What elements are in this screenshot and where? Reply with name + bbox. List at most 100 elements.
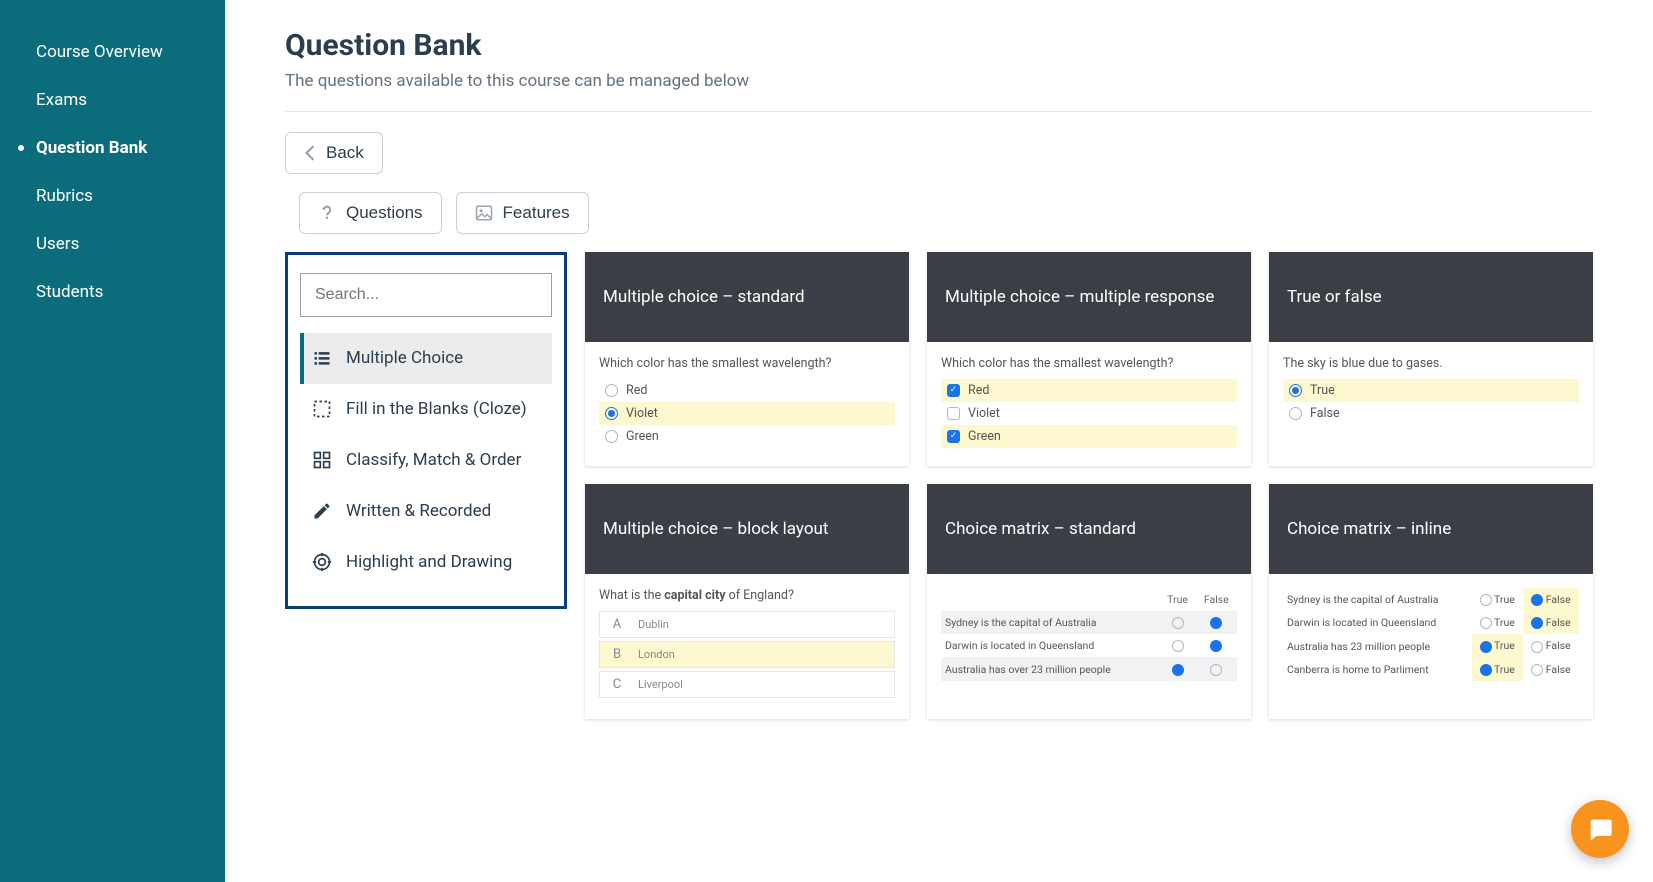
sidebar-item-students[interactable]: Students — [0, 268, 225, 316]
radio-icon — [1531, 641, 1543, 653]
option-label: Green — [626, 429, 659, 444]
card-mc-standard[interactable]: Multiple choice – standard Which color h… — [585, 252, 909, 466]
card-true-false[interactable]: True or false The sky is blue due to gas… — [1269, 252, 1593, 466]
divider — [285, 111, 1593, 112]
sidebar-item-label: Question Bank — [36, 138, 147, 158]
type-item-fill-blanks[interactable]: Fill in the Blanks (Cloze) — [300, 384, 552, 435]
question-text: Which color has the smallest wavelength? — [941, 356, 1237, 371]
option-label: Dublin — [638, 618, 669, 631]
col-header: False — [1196, 588, 1237, 611]
pencil-icon — [312, 501, 332, 521]
matrix-statement: Sydney is the capital of Australia — [1283, 588, 1472, 611]
matrix-statement: Sydney is the capital of Australia — [941, 611, 1159, 634]
card-body: TrueFalse Sydney is the capital of Austr… — [927, 574, 1251, 699]
option: Green — [599, 425, 895, 448]
checkbox-icon — [947, 407, 960, 420]
block-option: B London — [599, 641, 895, 668]
card-title: Choice matrix – inline — [1269, 484, 1593, 574]
option-label: Red — [968, 383, 989, 398]
option: True — [1283, 379, 1579, 402]
option-label: London — [638, 648, 675, 661]
card-body: Sydney is the capital of Australia True … — [1269, 574, 1593, 699]
radio-icon — [1531, 594, 1543, 606]
sidebar-item-users[interactable]: Users — [0, 220, 225, 268]
type-item-label: Fill in the Blanks (Cloze) — [346, 398, 540, 421]
card-title: Multiple choice – multiple response — [927, 252, 1251, 342]
list-icon — [312, 348, 332, 368]
option-letter: A — [608, 617, 626, 632]
radio-icon — [1480, 617, 1492, 629]
option-label: Red — [626, 383, 647, 398]
tab-questions[interactable]: Questions — [299, 192, 442, 234]
radio-icon — [1531, 664, 1543, 676]
card-choice-matrix-inline[interactable]: Choice matrix – inline Sydney is the cap… — [1269, 484, 1593, 719]
option-label: Green — [968, 429, 1001, 444]
sidebar-item-label: Exams — [36, 90, 87, 110]
tab-label: Questions — [346, 203, 423, 223]
page-title: Question Bank — [285, 28, 1593, 63]
matrix-statement: Canberra is home to Parliment — [1283, 658, 1472, 681]
matrix-statement: Darwin is located in Queensland — [1283, 611, 1472, 634]
block-option: CLiverpool — [599, 671, 895, 698]
sidebar-item-label: Students — [36, 282, 103, 302]
option: Red — [599, 379, 895, 402]
sidebar-item-label: Users — [36, 234, 79, 254]
radio-icon — [1210, 640, 1222, 652]
image-icon — [475, 204, 493, 222]
sidebar-item-label: Course Overview — [36, 42, 163, 62]
option-label: Liverpool — [638, 678, 683, 691]
type-item-label: Classify, Match & Order — [346, 449, 540, 472]
back-button[interactable]: Back — [285, 132, 383, 174]
card-mc-block-layout[interactable]: Multiple choice – block layout What is t… — [585, 484, 909, 719]
sidebar: Course Overview Exams Question Bank Rubr… — [0, 0, 225, 882]
matrix-statement: Darwin is located in Queensland — [941, 634, 1159, 657]
card-title: Choice matrix – standard — [927, 484, 1251, 574]
card-title: Multiple choice – block layout — [585, 484, 909, 574]
radio-icon — [1289, 407, 1302, 420]
radio-icon — [1480, 594, 1492, 606]
option: Red — [941, 379, 1237, 402]
matrix-table: Sydney is the capital of Australia True … — [1283, 588, 1579, 681]
type-item-label: Multiple Choice — [346, 347, 540, 370]
chat-icon — [1586, 815, 1614, 843]
question-cards-grid: Multiple choice – standard Which color h… — [585, 252, 1593, 719]
sidebar-item-exams[interactable]: Exams — [0, 76, 225, 124]
question-mark-icon — [318, 204, 336, 222]
search-input[interactable] — [300, 273, 552, 317]
dashed-box-icon — [312, 399, 332, 419]
question-type-panel: Multiple Choice Fill in the Blanks (Cloz… — [285, 252, 567, 609]
type-item-label: Highlight and Drawing — [346, 551, 540, 574]
card-title: True or false — [1269, 252, 1593, 342]
option: Violet — [941, 402, 1237, 425]
tab-features[interactable]: Features — [456, 192, 589, 234]
col-header: True — [1159, 588, 1195, 611]
sidebar-item-question-bank[interactable]: Question Bank — [0, 124, 225, 172]
type-item-multiple-choice[interactable]: Multiple Choice — [300, 333, 552, 384]
matrix-statement: Australia has over 23 million people — [941, 657, 1159, 680]
card-mc-multiple-response[interactable]: Multiple choice – multiple response Whic… — [927, 252, 1251, 466]
radio-icon — [1210, 664, 1222, 676]
tab-label: Features — [503, 203, 570, 223]
type-item-classify-match-order[interactable]: Classify, Match & Order — [300, 435, 552, 486]
chat-widget-button[interactable] — [1571, 800, 1629, 858]
option: Green — [941, 425, 1237, 448]
page-subtitle: The questions available to this course c… — [285, 71, 1593, 91]
tab-row: Questions Features — [299, 192, 1593, 234]
matrix-table: TrueFalse Sydney is the capital of Austr… — [941, 588, 1237, 681]
card-body: Which color has the smallest wavelength?… — [927, 342, 1251, 466]
type-item-highlight-drawing[interactable]: Highlight and Drawing — [300, 537, 552, 588]
card-choice-matrix-standard[interactable]: Choice matrix – standard TrueFalse Sydne… — [927, 484, 1251, 719]
radio-icon — [1172, 640, 1184, 652]
chevron-left-icon — [304, 145, 316, 161]
sidebar-item-course-overview[interactable]: Course Overview — [0, 28, 225, 76]
radio-icon — [1172, 664, 1184, 676]
back-button-label: Back — [326, 143, 364, 163]
type-item-written-recorded[interactable]: Written & Recorded — [300, 486, 552, 537]
radio-icon — [1480, 664, 1492, 676]
option-letter: B — [608, 647, 626, 662]
sidebar-item-rubrics[interactable]: Rubrics — [0, 172, 225, 220]
block-option: A Dublin — [599, 611, 895, 638]
type-item-label: Written & Recorded — [346, 500, 540, 523]
checkbox-icon — [947, 384, 960, 397]
option-label: False — [1310, 406, 1340, 421]
